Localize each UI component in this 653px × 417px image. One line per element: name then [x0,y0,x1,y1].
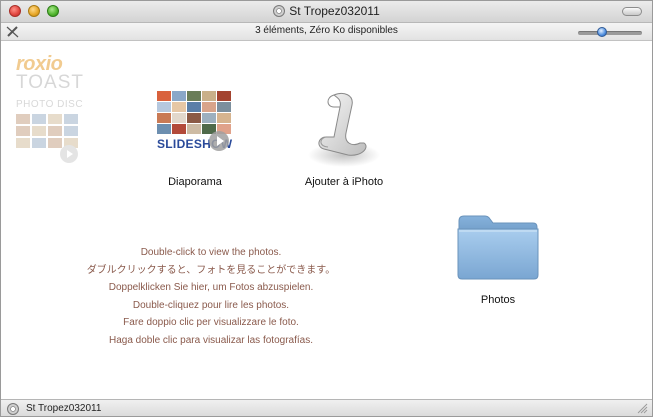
path-bar: St Tropez032011 [1,399,652,416]
instruction-line: ダブルクリックすると、フォトを見ることができます。 [86,264,336,276]
status-text: 3 éléments, Zéro Ko disponibles [255,25,398,36]
iphoto-scroll-icon[interactable] [304,89,384,169]
instruction-line: Double-cliquez pour lire les photos. [132,299,290,311]
instruction-line: Haga doble clic para visualizar las foto… [109,334,313,346]
window-content: roxio TOAST PHOTO DISC SLIDESHOW Diapora… [1,41,652,399]
finder-window: St Tropez032011 3 éléments, Zéro Ko disp… [0,0,653,417]
play-icon [209,131,229,151]
title-bar[interactable]: St Tropez032011 [1,1,652,23]
resize-grip-icon[interactable] [637,403,648,414]
toolbar-toggle-button[interactable] [622,7,642,16]
roxio-wordmark: roxio [16,53,63,75]
window-title-wrap: St Tropez032011 [1,4,652,22]
photos-folder-label: Photos [480,294,516,306]
slideshow-label: Diaporama [168,176,222,188]
icon-size-slider-knob[interactable] [597,27,607,37]
window-title: St Tropez032011 [289,4,380,18]
iphoto-label: Ajouter à iPhoto [304,176,384,188]
iphoto-item[interactable]: Ajouter à iPhoto [291,176,397,188]
slideshow-thumbnails [157,91,233,134]
photos-folder-item[interactable]: Photos [461,294,535,306]
photo-disc-label: PHOTO DISC [16,99,84,110]
status-bar: 3 éléments, Zéro Ko disponibles [1,23,652,41]
toast-wordmark: TOAST [16,72,84,93]
icon-size-slider-track[interactable] [578,31,642,35]
logo-photo-grid [16,114,88,148]
instruction-line: Double-click to view the photos. [140,247,282,258]
instruction-line: Doppelklicken Sie hier, um Fotos abzuspi… [108,282,314,293]
roxio-toast-logo: roxio TOAST PHOTO DISC [16,53,88,163]
instructions-block: Double-click to view the photos. ダブルクリック… [61,244,361,349]
folder-icon[interactable] [457,213,539,281]
window-title-group: St Tropez032011 [273,4,380,18]
slideshow-item-icon[interactable]: SLIDESHOW [157,91,233,163]
disc-icon [273,5,286,17]
slideshow-item[interactable]: Diaporama [151,176,239,188]
play-icon [60,145,78,163]
path-bar-item[interactable]: St Tropez032011 [26,403,101,414]
disc-icon [7,403,19,415]
instruction-line: Fare doppio clic per visualizzare le fot… [123,317,299,328]
